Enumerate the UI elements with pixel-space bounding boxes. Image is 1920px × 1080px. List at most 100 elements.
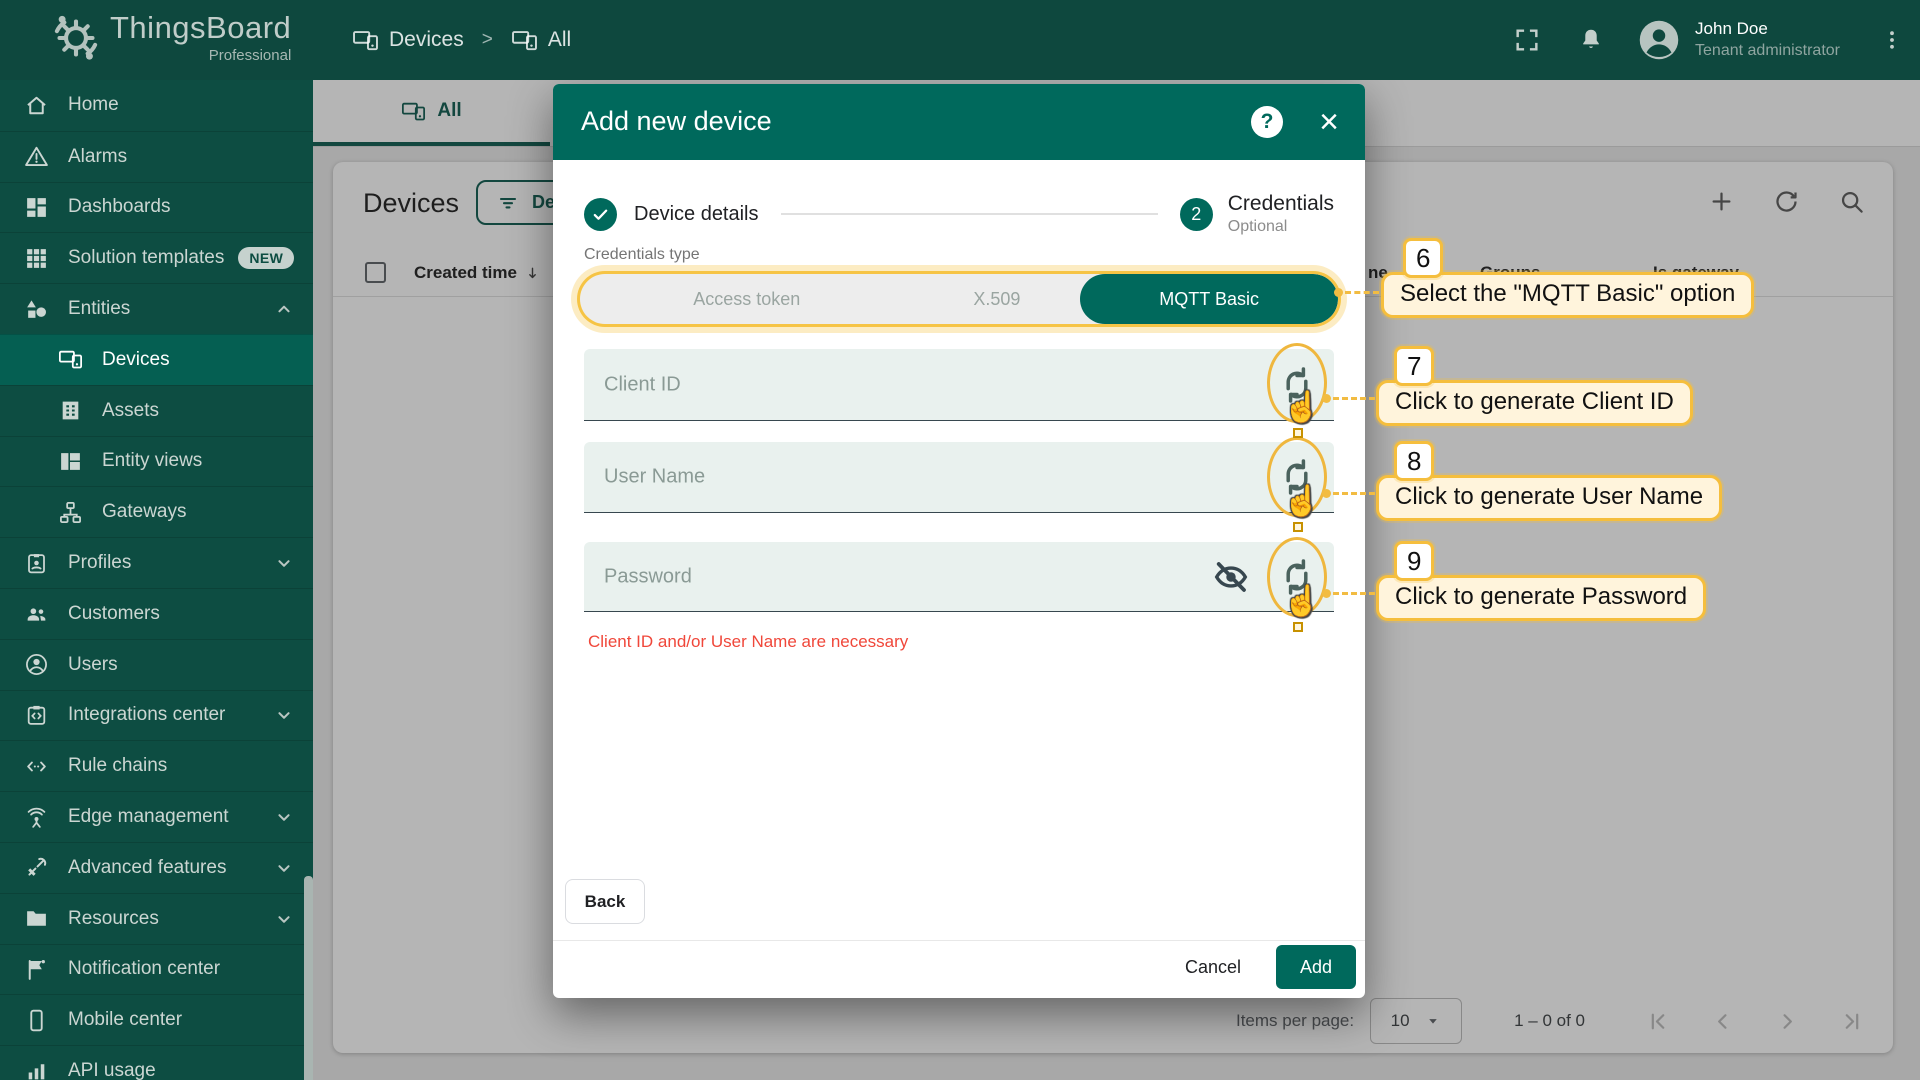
stepper-connector xyxy=(781,213,1158,215)
sidebar-item-label: Alarms xyxy=(68,146,127,168)
thingsboard-logo-icon xyxy=(50,12,102,64)
sidebar-item-label: Entities xyxy=(68,298,130,320)
sidebar-item-label: Integrations center xyxy=(68,704,225,726)
sidebar-item-customers[interactable]: Customers xyxy=(0,588,313,639)
cursor-cuff xyxy=(1293,428,1303,438)
dashboards-icon xyxy=(24,195,49,220)
sidebar-item-profiles[interactable]: Profiles xyxy=(0,537,313,588)
generate-client-id-icon[interactable] xyxy=(1275,363,1319,407)
sidebar-item-label: Entity views xyxy=(102,450,202,472)
entity-views-icon xyxy=(58,449,83,474)
generate-password-icon[interactable] xyxy=(1275,555,1319,599)
sidebar-scrollbar[interactable] xyxy=(304,876,313,1080)
sidebar-item-label: Devices xyxy=(102,349,170,371)
chevron-down-icon xyxy=(273,552,295,574)
sidebar-item-gateways[interactable]: Gateways xyxy=(0,486,313,537)
kebab-menu-icon[interactable] xyxy=(1880,28,1904,52)
sidebar-item-api-usage[interactable]: API usage xyxy=(0,1045,313,1080)
add-button[interactable]: Add xyxy=(1276,945,1356,989)
breadcrumb: Devices > All xyxy=(352,0,571,80)
sidebar-item-devices[interactable]: Devices xyxy=(0,334,313,385)
sidebar-item-label: Users xyxy=(68,654,118,676)
sidebar-item-label: Assets xyxy=(102,400,159,422)
sidebar-item-home[interactable]: Home xyxy=(0,80,313,131)
templates-icon xyxy=(24,246,49,271)
sidebar-item-label: Rule chains xyxy=(68,755,167,777)
client-id-field[interactable]: Client ID xyxy=(584,349,1334,421)
sidebar-item-label: Notification center xyxy=(68,958,220,980)
close-icon[interactable]: × xyxy=(1309,100,1349,144)
user-role: Tenant administrator xyxy=(1695,40,1840,62)
add-device-dialog: Add new device ? × Device details 2 Cred… xyxy=(553,84,1365,998)
user-name-placeholder: User Name xyxy=(604,466,705,489)
integrations-icon xyxy=(24,703,49,728)
sidebar-item-assets[interactable]: Assets xyxy=(0,385,313,436)
credentials-type-toggle: Access tokenX.509MQTT Basic xyxy=(580,274,1338,324)
app-window: ThingsBoard Professional Devices > All J… xyxy=(0,0,1920,1080)
generate-user-name-icon[interactable] xyxy=(1275,455,1319,499)
back-button[interactable]: Back xyxy=(565,879,645,924)
devices-icon xyxy=(511,27,538,54)
notifications-icon xyxy=(24,957,49,982)
logo[interactable]: ThingsBoard Professional xyxy=(50,10,291,65)
sidebar-item-label: Resources xyxy=(68,908,159,930)
sidebar-item-notification-center[interactable]: Notification center xyxy=(0,944,313,995)
sidebar-item-advanced-features[interactable]: Advanced features xyxy=(0,842,313,893)
sidebar-item-label: Advanced features xyxy=(68,857,226,879)
breadcrumb-all[interactable]: All xyxy=(511,27,571,54)
sidebar-item-users[interactable]: Users xyxy=(0,639,313,690)
dialog-header: Add new device ? × xyxy=(553,84,1365,160)
notifications-bell-icon[interactable] xyxy=(1577,26,1605,54)
sidebar-item-label: Solution templates xyxy=(68,247,224,269)
sidebar-item-label: Gateways xyxy=(102,501,186,523)
sidebar-item-label: Mobile center xyxy=(68,1009,182,1031)
avatar[interactable] xyxy=(1637,18,1681,62)
sidebar-item-alarms[interactable]: Alarms xyxy=(0,131,313,182)
home-icon xyxy=(24,93,49,118)
credentials-option-access-token[interactable]: Access token xyxy=(580,274,914,324)
devices-icon xyxy=(58,347,83,372)
password-field[interactable]: Password xyxy=(584,542,1334,612)
sidebar-item-dashboards[interactable]: Dashboards xyxy=(0,182,313,233)
sidebar-item-solution-templates[interactable]: Solution templates NEW xyxy=(0,232,313,283)
breadcrumb-label: All xyxy=(548,28,571,52)
alarm-icon xyxy=(24,144,49,169)
sidebar-item-mobile-center[interactable]: Mobile center xyxy=(0,994,313,1045)
sidebar-item-entities[interactable]: Entities xyxy=(0,283,313,334)
step1-label: Device details xyxy=(634,203,759,226)
assets-icon xyxy=(58,398,83,423)
sidebar-item-label: Customers xyxy=(68,603,160,625)
breadcrumb-devices[interactable]: Devices xyxy=(352,27,464,54)
dialog-title: Add new device xyxy=(581,106,772,137)
step2-badge[interactable]: 2 xyxy=(1180,198,1213,231)
user-name-field[interactable]: User Name xyxy=(584,442,1334,513)
breadcrumb-label: Devices xyxy=(389,28,464,52)
sidebar-item-resources[interactable]: Resources xyxy=(0,893,313,944)
sidebar-item-rule-chains[interactable]: Rule chains xyxy=(0,740,313,791)
help-icon[interactable]: ? xyxy=(1251,106,1283,138)
credentials-option-x-509[interactable]: X.509 xyxy=(914,274,1081,324)
fullscreen-icon[interactable] xyxy=(1513,26,1541,54)
app-edition: Professional xyxy=(209,47,292,65)
breadcrumb-separator: > xyxy=(482,29,493,51)
sidebar-item-integrations-center[interactable]: Integrations center xyxy=(0,690,313,741)
chevron-down-icon xyxy=(273,857,295,879)
user-info[interactable]: John Doe Tenant administrator xyxy=(1695,18,1840,62)
sidebar-item-edge-management[interactable]: Edge management xyxy=(0,791,313,842)
sidebar-item-label: Home xyxy=(68,94,119,116)
gateways-icon xyxy=(58,500,83,525)
new-badge: NEW xyxy=(238,247,294,269)
sidebar-item-entity-views[interactable]: Entity views xyxy=(0,436,313,487)
credentials-type-label: Credentials type xyxy=(584,246,700,264)
cancel-button[interactable]: Cancel xyxy=(1165,945,1261,989)
footer-divider xyxy=(553,940,1365,941)
resources-icon xyxy=(24,906,49,931)
toggle-password-visibility-icon[interactable] xyxy=(1210,556,1252,598)
step2-label: Credentials xyxy=(1228,193,1334,214)
sidebar-item-label: Dashboards xyxy=(68,196,170,218)
profiles-icon xyxy=(24,551,49,576)
devices-icon xyxy=(352,27,379,54)
step-complete-check-icon[interactable] xyxy=(584,198,617,231)
sidebar-item-label: API usage xyxy=(68,1060,156,1080)
credentials-option-mqtt-basic[interactable]: MQTT Basic xyxy=(1080,274,1338,324)
